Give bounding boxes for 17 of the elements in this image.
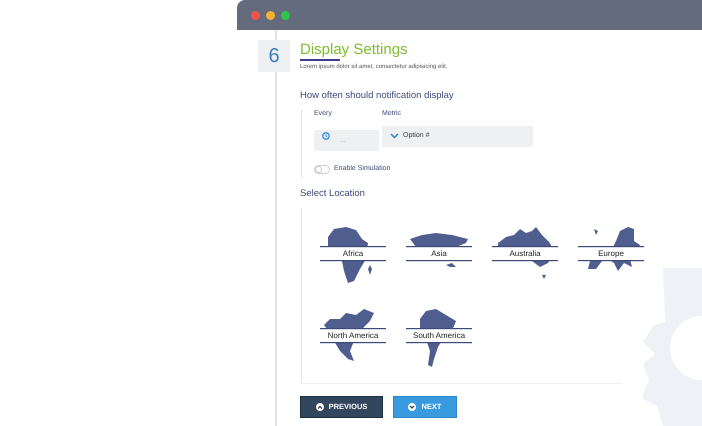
chevron-down-icon — [408, 402, 416, 410]
question-heading: Select Location — [300, 187, 366, 202]
location-label: North America — [326, 330, 380, 340]
location-label: Australia — [508, 248, 542, 258]
chevron-up-icon — [316, 402, 324, 410]
step-number: 6 — [258, 40, 290, 72]
clock-icon — [322, 132, 330, 140]
location-label: Africa — [342, 248, 364, 258]
continent-map-icon[interactable] — [320, 224, 386, 284]
location-label: South America — [412, 330, 466, 340]
chevron-down-icon — [390, 133, 399, 140]
location-label: Europe — [597, 248, 625, 258]
toggle-switch[interactable] — [314, 164, 330, 174]
section-title: Display Settings — [300, 41, 408, 61]
location-label: Asia — [430, 248, 448, 258]
continent-map-icon[interactable] — [406, 306, 472, 366]
question-heading: How often should notification display — [300, 89, 455, 103]
